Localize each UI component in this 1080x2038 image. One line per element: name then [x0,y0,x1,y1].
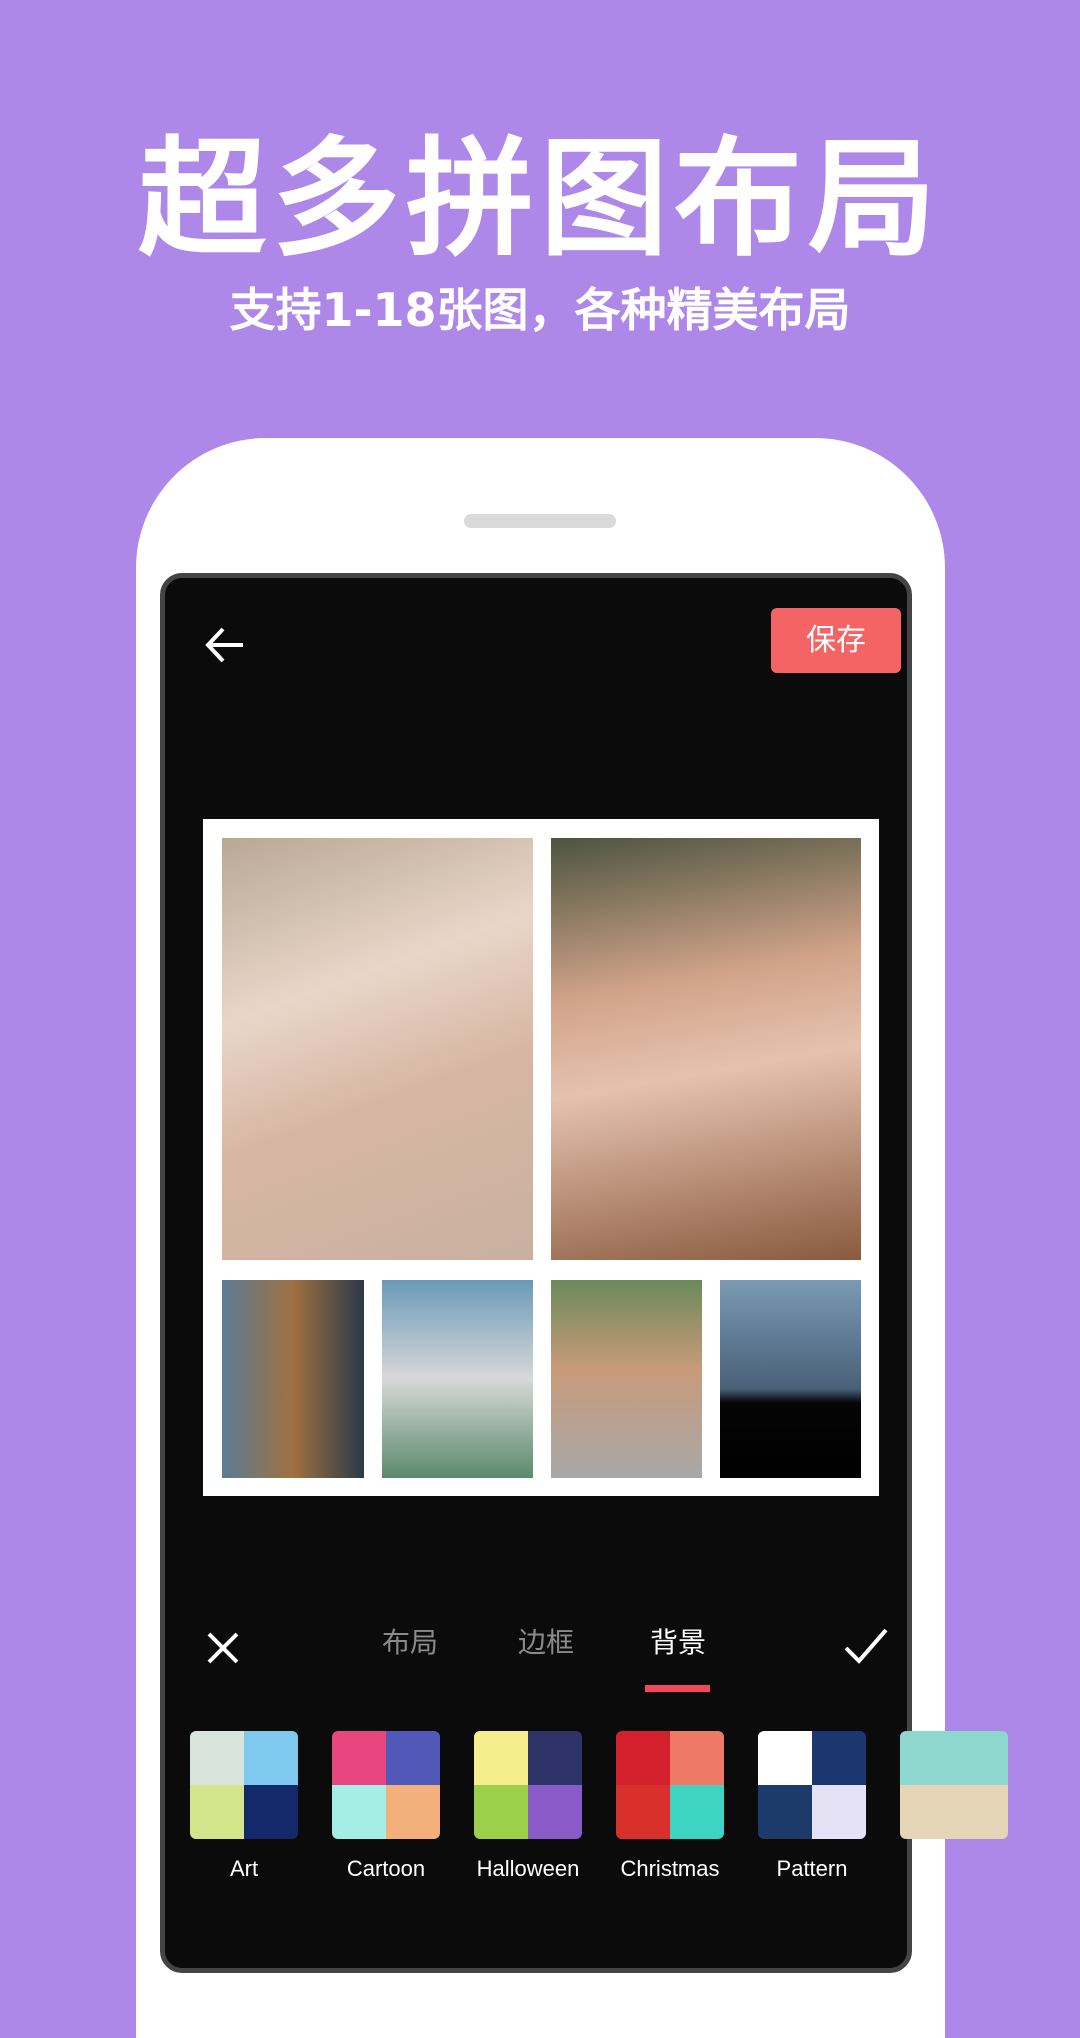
pattern-swatch [954,1785,1008,1839]
background-label: Cartoon [346,1856,426,1881]
banner-title: 超多拼图布局 [137,125,942,274]
background-thumb-christmas[interactable] [616,1731,724,1839]
phone-speaker [464,514,616,528]
pattern-swatch [386,1785,440,1839]
pattern-swatch [670,1785,724,1839]
save-button[interactable]: 保存 [771,608,901,673]
pattern-swatch [616,1785,670,1839]
banner-subtitle: 支持1-18张图，各种精美布局 [229,283,851,337]
collage-photo-3[interactable] [222,1280,364,1478]
pattern-swatch [954,1731,1008,1785]
background-thumb-halloween[interactable] [474,1731,582,1839]
pattern-swatch [528,1731,582,1785]
pattern-swatch [244,1785,298,1839]
background-label: Christmas [620,1856,720,1881]
background-label: Art [229,1856,259,1881]
collage-photo-2[interactable] [551,838,861,1260]
background-label: Halloween [476,1856,580,1881]
background-label: Pattern [776,1856,848,1881]
background-thumb-art[interactable] [190,1731,298,1839]
pattern-swatch [900,1731,954,1785]
collage-photo-1[interactable] [222,838,533,1260]
app-screen: 保存 布局 边框 背景 Art Cartoon Halloween Christmas… [160,573,1008,1973]
phone-frame: 保存 布局 边框 背景 Art Cartoon Halloween Christmas… [136,438,1008,2038]
pattern-swatch [332,1731,386,1785]
pattern-swatch [474,1785,528,1839]
tab-layout[interactable]: 布局 [360,1623,460,1663]
pattern-swatch [758,1731,812,1785]
pattern-swatch [528,1785,582,1839]
pattern-swatch [670,1731,724,1785]
background-thumb-more[interactable] [900,1731,1008,1839]
collage-canvas [203,819,879,1496]
close-icon[interactable] [201,1626,245,1670]
active-tab-indicator [645,1685,710,1692]
pattern-swatch [386,1731,440,1785]
pattern-swatch [616,1731,670,1785]
pattern-swatch [758,1785,812,1839]
tab-border[interactable]: 边框 [496,1623,596,1663]
collage-photo-6[interactable] [720,1280,861,1478]
pattern-swatch [900,1785,954,1839]
arrow-left-icon[interactable] [203,623,247,667]
collage-photo-4[interactable] [382,1280,533,1478]
pattern-swatch [332,1785,386,1839]
pattern-swatch [474,1731,528,1785]
background-thumb-pattern[interactable] [758,1731,866,1839]
pattern-swatch [190,1731,244,1785]
pattern-swatch [190,1785,244,1839]
pattern-swatch [244,1731,298,1785]
pattern-swatch [812,1731,866,1785]
check-icon[interactable] [842,1624,890,1668]
tab-background[interactable]: 背景 [628,1623,728,1663]
background-thumb-cartoon[interactable] [332,1731,440,1839]
collage-photo-5[interactable] [551,1280,702,1478]
pattern-swatch [812,1785,866,1839]
